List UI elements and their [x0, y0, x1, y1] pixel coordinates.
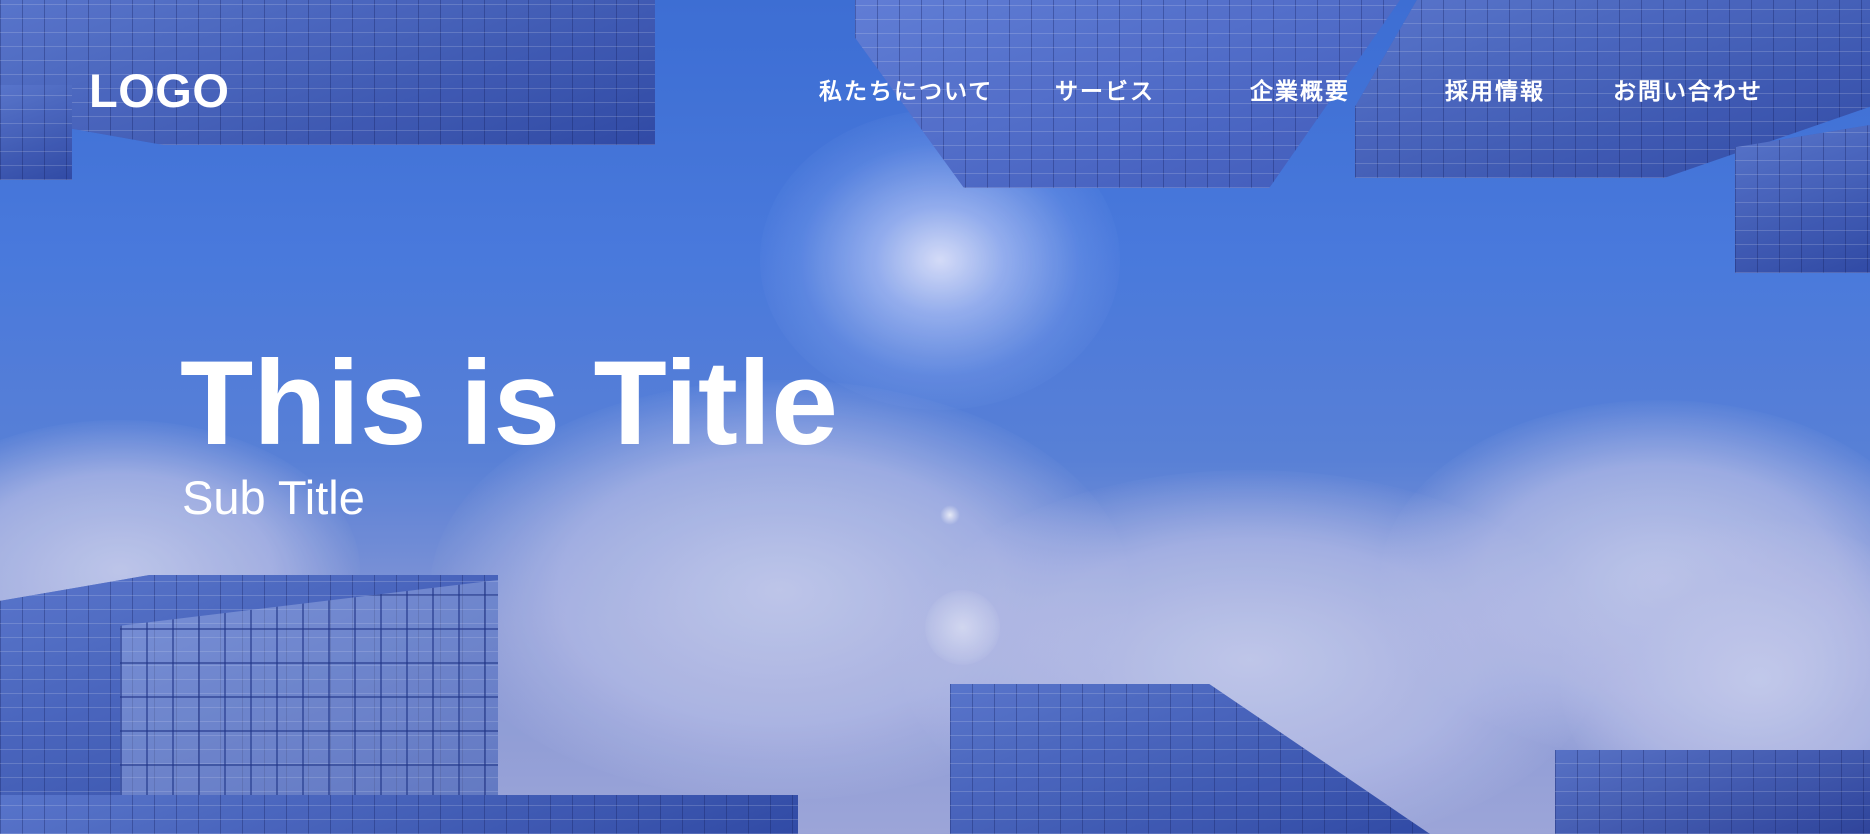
- nav-item-services[interactable]: サービス: [1055, 74, 1155, 108]
- hero-section: LOGO 私たちについて サービス 企業概要 採用情報 お問い合わせ This …: [0, 0, 1870, 834]
- nav-item-recruit[interactable]: 採用情報: [1445, 74, 1545, 108]
- main-nav: 私たちについて サービス 企業概要 採用情報 お問い合わせ: [0, 74, 1870, 108]
- nav-item-company[interactable]: 企業概要: [1250, 74, 1350, 108]
- site-header: LOGO 私たちについて サービス 企業概要 採用情報 お問い合わせ: [0, 0, 1870, 180]
- nav-item-about[interactable]: 私たちについて: [819, 74, 993, 108]
- hero-subtitle: Sub Title: [182, 471, 365, 524]
- hero-title: This is Title: [180, 336, 838, 470]
- nav-item-contact[interactable]: お問い合わせ: [1613, 74, 1763, 108]
